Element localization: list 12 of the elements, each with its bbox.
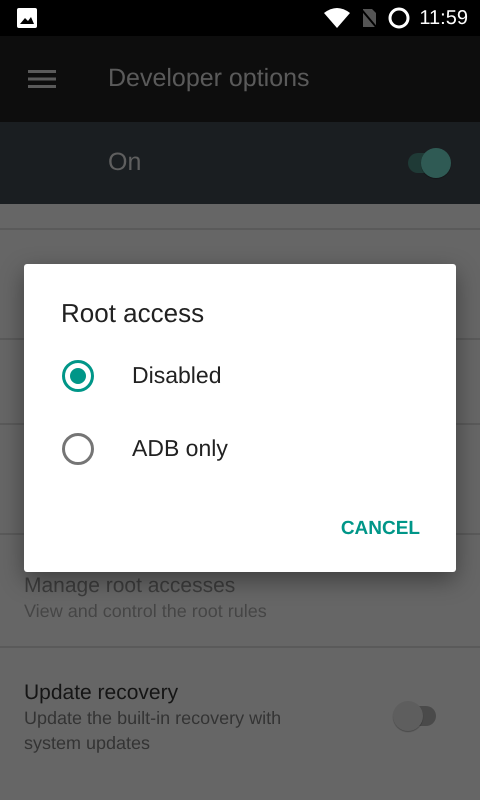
wifi-icon [323, 7, 352, 29]
setting-title: Update recovery [24, 680, 180, 706]
cancel-button[interactable]: CANCEL [328, 509, 432, 550]
circle-icon [387, 6, 412, 30]
toolbar-title: Developer options [108, 63, 310, 94]
image-icon [16, 7, 38, 29]
menu-icon[interactable] [28, 69, 56, 89]
radio-option[interactable]: Disabled [24, 339, 456, 412]
dialog-title: Root access [60, 297, 206, 330]
radio-option[interactable]: ADB only [24, 412, 456, 485]
master-switch-label: On [108, 147, 142, 178]
clock-time: 11:59 [419, 6, 468, 31]
